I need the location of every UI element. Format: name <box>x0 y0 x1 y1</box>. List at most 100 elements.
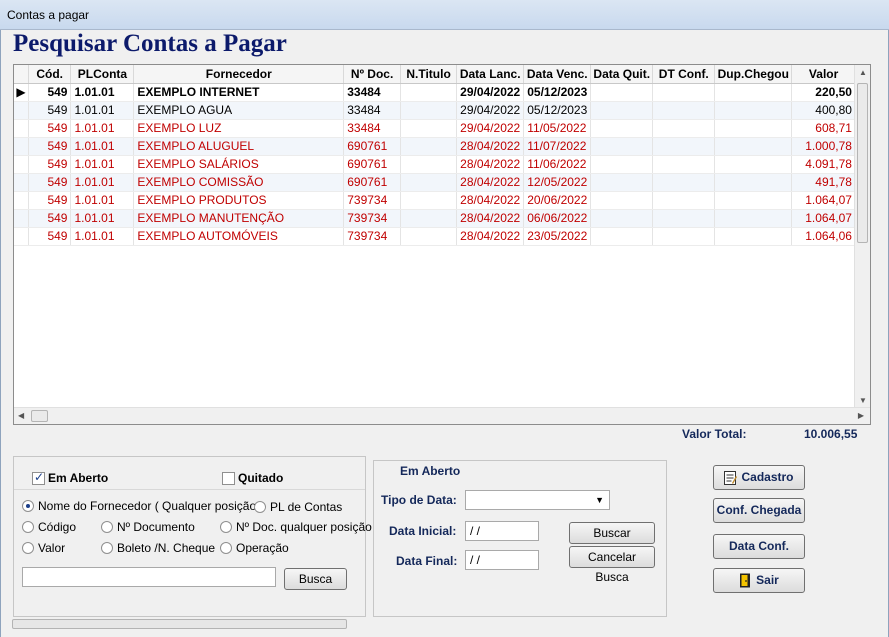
row-indicator[interactable] <box>14 209 29 228</box>
table-cell[interactable]: EXEMPLO AGUA <box>133 101 345 120</box>
table-cell[interactable] <box>652 101 716 120</box>
table-row[interactable]: 549 1.01.01 EXEMPLO COMISSÃO 690761 28/04/20… <box>14 173 870 192</box>
table-cell[interactable] <box>652 191 716 210</box>
table-cell[interactable] <box>652 119 716 138</box>
row-indicator[interactable] <box>14 191 29 210</box>
table-row[interactable]: 549 1.01.01 EXEMPLO MANUTENÇÃO 739734 28/04/… <box>14 209 870 228</box>
column-header[interactable]: Nº Doc. <box>343 65 402 84</box>
table-cell[interactable]: 220,50 <box>791 83 856 102</box>
table-cell[interactable] <box>400 101 458 120</box>
table-row[interactable]: 549 1.01.01 EXEMPLO LUZ 33484 29/04/2022 11/0… <box>14 119 870 138</box>
table-cell[interactable]: 1.01.01 <box>70 119 135 138</box>
data-conf-button[interactable]: Data Conf. <box>713 534 805 559</box>
table-cell[interactable]: 1.01.01 <box>70 191 135 210</box>
table-cell[interactable]: 491,78 <box>791 173 856 192</box>
horizontal-scroll-thumb[interactable] <box>31 410 48 422</box>
table-cell[interactable] <box>714 137 793 156</box>
table-cell[interactable] <box>400 83 458 102</box>
search-button[interactable]: Busca <box>284 568 347 590</box>
table-cell[interactable]: 549 <box>28 83 72 102</box>
table-cell[interactable]: 29/04/2022 <box>456 83 525 102</box>
table-cell[interactable]: 549 <box>28 173 72 192</box>
em-aberto-checkbox[interactable]: Em Aberto <box>32 470 108 485</box>
row-indicator[interactable] <box>14 101 29 120</box>
table-cell[interactable]: 33484 <box>343 83 402 102</box>
column-header[interactable]: N.Titulo <box>400 65 458 84</box>
table-cell[interactable] <box>714 83 793 102</box>
table-cell[interactable] <box>714 173 793 192</box>
table-row[interactable]: 549 1.01.01 EXEMPLO AGUA 33484 29/04/2022 05/… <box>14 101 870 120</box>
table-cell[interactable] <box>652 173 716 192</box>
table-row[interactable]: 549 1.01.01 EXEMPLO PRODUTOS 739734 28/04/20… <box>14 191 870 210</box>
table-cell[interactable]: 549 <box>28 101 72 120</box>
table-cell[interactable] <box>590 83 654 102</box>
radio-pl-contas[interactable]: PL de Contas <box>254 500 342 514</box>
table-row[interactable]: 549 1.01.01 EXEMPLO SALÁRIOS 690761 28/04/20… <box>14 155 870 174</box>
radio-boleto-cheque[interactable]: Boleto /N. Cheque <box>101 541 215 555</box>
table-cell[interactable] <box>714 101 793 120</box>
radio-numero-documento[interactable]: Nº Documento <box>101 520 195 534</box>
table-cell[interactable]: 1.064,06 <box>791 227 856 246</box>
table-cell[interactable] <box>590 137 654 156</box>
column-header[interactable]: DT Conf. <box>652 65 716 84</box>
table-cell[interactable]: 690761 <box>343 137 402 156</box>
table-cell[interactable] <box>590 227 654 246</box>
table-cell[interactable]: 549 <box>28 209 72 228</box>
table-cell[interactable]: 29/04/2022 <box>456 101 525 120</box>
current-row-icon[interactable]: ▶ <box>14 83 29 102</box>
column-header[interactable]: Data Quit. <box>590 65 654 84</box>
table-cell[interactable] <box>590 119 654 138</box>
table-cell[interactable] <box>590 209 654 228</box>
table-cell[interactable] <box>400 191 458 210</box>
column-header[interactable]: Data Venc. <box>523 65 592 84</box>
table-cell[interactable] <box>652 83 716 102</box>
table-cell[interactable]: 739734 <box>343 227 402 246</box>
table-cell[interactable]: 608,71 <box>791 119 856 138</box>
table-cell[interactable]: 11/05/2022 <box>523 119 592 138</box>
table-cell[interactable] <box>714 227 793 246</box>
scroll-right-icon[interactable]: ▶ <box>858 411 864 420</box>
table-cell[interactable] <box>714 209 793 228</box>
search-input[interactable] <box>22 567 276 587</box>
table-cell[interactable]: 33484 <box>343 119 402 138</box>
table-cell[interactable]: 549 <box>28 191 72 210</box>
conf-chegada-button[interactable]: Conf. Chegada <box>713 498 805 523</box>
scroll-left-icon[interactable]: ◀ <box>18 411 24 420</box>
table-cell[interactable] <box>590 191 654 210</box>
cancelar-busca-button[interactable]: Cancelar Busca <box>569 546 655 584</box>
table-cell[interactable]: 1.01.01 <box>70 137 135 156</box>
tipo-data-select[interactable]: ▼ <box>465 490 610 510</box>
table-cell[interactable] <box>590 101 654 120</box>
table-cell[interactable]: 549 <box>28 227 72 246</box>
table-cell[interactable] <box>400 155 458 174</box>
table-cell[interactable] <box>400 137 458 156</box>
row-indicator[interactable] <box>14 227 29 246</box>
table-cell[interactable]: 33484 <box>343 101 402 120</box>
table-cell[interactable]: 549 <box>28 119 72 138</box>
radio-valor[interactable]: Valor <box>22 541 65 555</box>
vertical-scroll-thumb[interactable] <box>857 83 868 243</box>
table-cell[interactable]: 549 <box>28 155 72 174</box>
table-cell[interactable] <box>714 119 793 138</box>
table-row[interactable]: ▶ 549 1.01.01 EXEMPLO INTERNET 33484 29/04/20… <box>14 83 870 102</box>
column-header[interactable]: Valor <box>791 65 856 84</box>
row-indicator[interactable] <box>14 119 29 138</box>
table-cell[interactable]: 1.064,07 <box>791 209 856 228</box>
table-cell[interactable]: 20/06/2022 <box>523 191 592 210</box>
table-cell[interactable]: EXEMPLO SALÁRIOS <box>133 155 345 174</box>
table-cell[interactable] <box>652 227 716 246</box>
table-cell[interactable]: EXEMPLO ALUGUEL <box>133 137 345 156</box>
table-cell[interactable]: 11/06/2022 <box>523 155 592 174</box>
row-indicator[interactable] <box>14 173 29 192</box>
table-cell[interactable] <box>590 155 654 174</box>
table-cell[interactable]: 29/04/2022 <box>456 119 525 138</box>
cadastro-button[interactable]: Cadastro <box>713 465 805 490</box>
scroll-down-icon[interactable]: ▼ <box>859 396 867 405</box>
table-cell[interactable]: 28/04/2022 <box>456 191 525 210</box>
table-cell[interactable]: EXEMPLO PRODUTOS <box>133 191 345 210</box>
table-cell[interactable]: EXEMPLO COMISSÃO <box>133 173 345 192</box>
table-row[interactable]: 549 1.01.01 EXEMPLO AUTOMÓVEIS 739734 28/04/… <box>14 227 870 246</box>
table-cell[interactable]: 06/06/2022 <box>523 209 592 228</box>
buscar-button[interactable]: Buscar <box>569 522 655 544</box>
table-cell[interactable]: 1.01.01 <box>70 209 135 228</box>
